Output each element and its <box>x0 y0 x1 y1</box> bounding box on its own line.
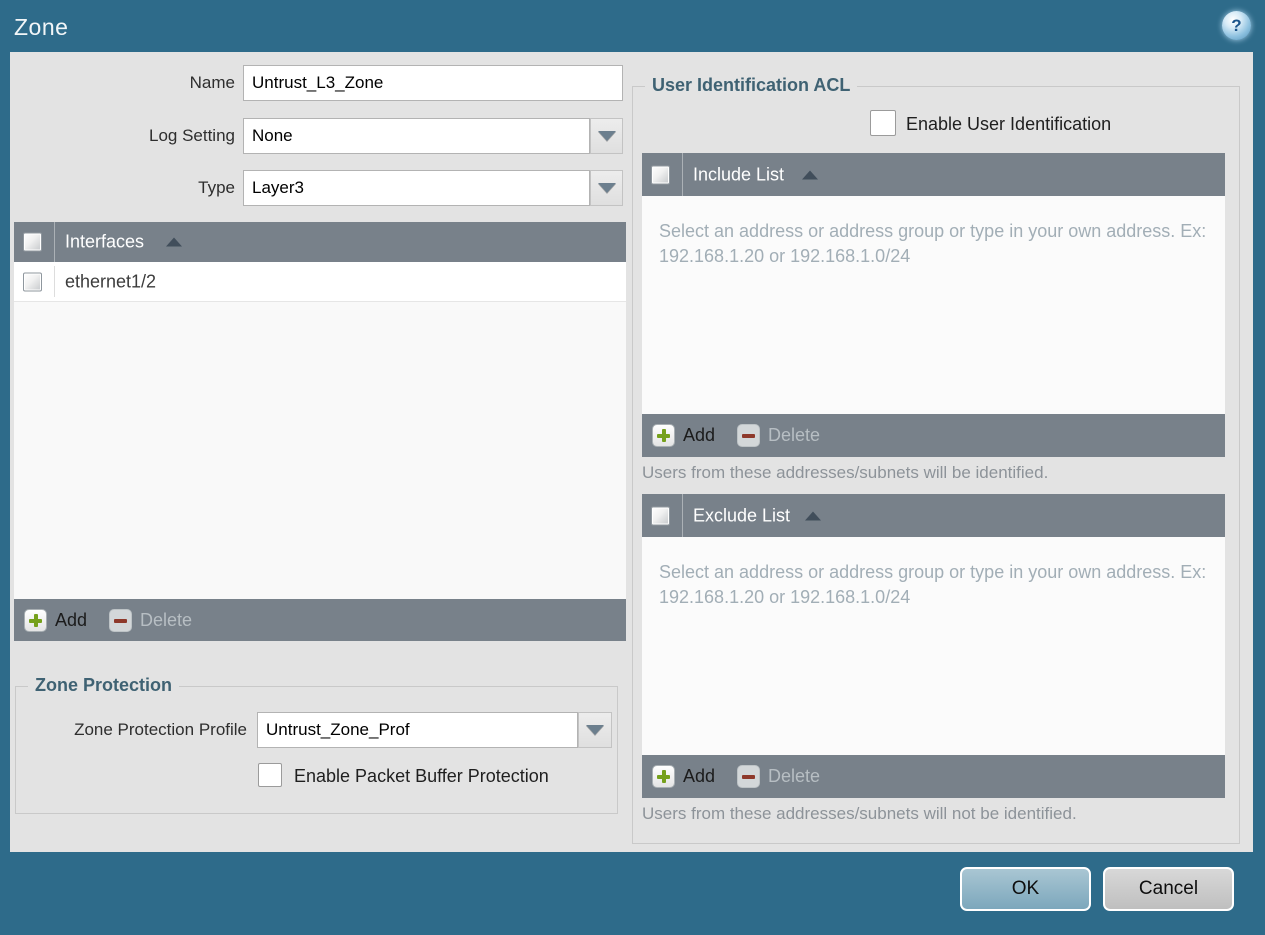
include-list-column-header[interactable]: Include List <box>693 164 784 185</box>
zone-protection-profile-dropdown-button[interactable] <box>578 712 612 748</box>
help-icon[interactable]: ? <box>1222 11 1251 40</box>
enable-packet-buffer-label: Enable Packet Buffer Protection <box>294 766 549 786</box>
exclude-list-body[interactable]: Select an address or address group or ty… <box>642 537 1225 755</box>
interfaces-select-all-checkbox[interactable] <box>23 232 42 252</box>
interfaces-table-footer: Add Delete <box>14 599 626 641</box>
include-list-footer: Add Delete <box>642 414 1225 457</box>
type-label: Type <box>198 178 235 197</box>
exclude-add-button[interactable]: Add <box>683 766 715 787</box>
add-icon[interactable] <box>24 608 47 632</box>
interface-name: ethernet1/2 <box>65 271 157 291</box>
name-input[interactable] <box>243 65 623 101</box>
add-button[interactable]: Add <box>55 610 87 631</box>
sort-ascending-icon[interactable] <box>166 237 182 247</box>
name-label: Name <box>189 73 235 92</box>
row-divider <box>54 266 55 297</box>
dialog-title: Zone <box>14 14 69 40</box>
type-input[interactable] <box>243 170 590 206</box>
chevron-down-icon <box>597 183 616 193</box>
zone-protection-group: Zone Protection <box>15 675 618 814</box>
interfaces-table-header: Interfaces <box>14 222 626 262</box>
delete-icon[interactable] <box>737 424 761 447</box>
help-glyph: ? <box>1231 15 1242 35</box>
table-row[interactable]: ethernet1/2 <box>14 262 626 302</box>
log-setting-dropdown-button[interactable] <box>590 118 623 154</box>
include-list-placeholder: Select an address or address group or ty… <box>659 221 1207 266</box>
dialog-titlebar: Zone ? <box>0 0 1265 52</box>
dialog-backdrop: Zone ? Name Log Setting Type Interfaces <box>0 0 1265 935</box>
delete-icon[interactable] <box>737 765 761 788</box>
log-setting-label: Log Setting <box>148 126 235 145</box>
exclude-list-placeholder: Select an address or address group or ty… <box>659 562 1207 607</box>
chevron-down-icon <box>586 725 604 735</box>
exclude-list-footer: Add Delete <box>642 755 1225 798</box>
delete-button[interactable]: Delete <box>140 610 192 631</box>
include-select-all-checkbox[interactable] <box>651 165 670 184</box>
interfaces-column-header[interactable]: Interfaces <box>65 232 144 253</box>
sort-ascending-icon[interactable] <box>805 511 821 520</box>
include-delete-button[interactable]: Delete <box>768 425 820 446</box>
exclude-select-all-checkbox[interactable] <box>651 506 670 525</box>
interfaces-table-body: ethernet1/2 <box>14 262 626 599</box>
add-icon[interactable] <box>652 765 675 788</box>
zone-protection-profile-input[interactable] <box>257 712 578 748</box>
exclude-list-column-header[interactable]: Exclude List <box>693 505 790 526</box>
exclude-delete-button[interactable]: Delete <box>768 766 820 787</box>
sort-ascending-icon[interactable] <box>802 170 818 179</box>
type-dropdown-button[interactable] <box>590 170 623 206</box>
include-list-body[interactable]: Select an address or address group or ty… <box>642 196 1225 414</box>
enable-user-identification-label: Enable User Identification <box>906 114 1112 134</box>
enable-user-identification-checkbox[interactable] <box>870 110 896 136</box>
delete-icon[interactable] <box>109 608 133 632</box>
chevron-down-icon <box>597 131 616 141</box>
exclude-list-helper-text: Users from these addresses/subnets will … <box>642 804 1077 823</box>
include-list-helper-text: Users from these addresses/subnets will … <box>642 463 1049 482</box>
zone-dialog: Name Log Setting Type Interfaces etherne… <box>10 52 1253 852</box>
ok-button[interactable]: OK <box>960 867 1091 911</box>
add-icon[interactable] <box>652 424 675 447</box>
zone-protection-profile-label: Zone Protection Profile <box>74 720 247 739</box>
header-divider <box>682 494 683 537</box>
user-identification-acl-legend: User Identification ACL <box>645 75 858 96</box>
include-add-button[interactable]: Add <box>683 425 715 446</box>
row-checkbox[interactable] <box>23 272 42 291</box>
header-divider <box>54 222 55 262</box>
exclude-list-header: Exclude List <box>642 494 1225 537</box>
zone-protection-legend: Zone Protection <box>28 675 180 696</box>
include-list-header: Include List <box>642 153 1225 196</box>
log-setting-input[interactable] <box>243 118 590 154</box>
header-divider <box>682 153 683 196</box>
cancel-button[interactable]: Cancel <box>1103 867 1234 911</box>
enable-packet-buffer-checkbox[interactable] <box>258 763 282 787</box>
